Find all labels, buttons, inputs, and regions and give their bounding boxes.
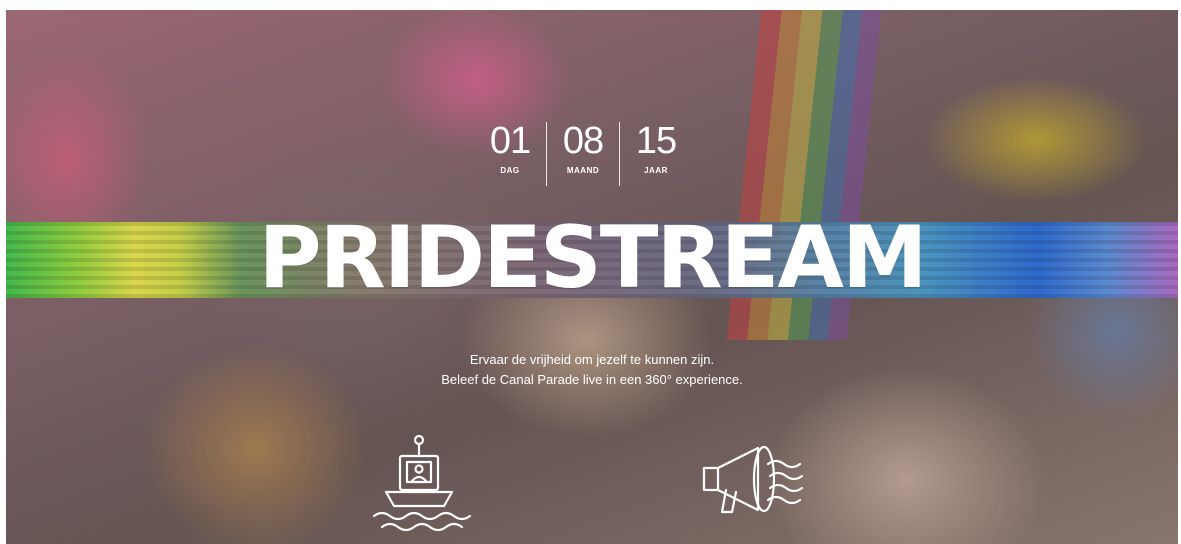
date-month-label: MAAND <box>566 166 600 175</box>
tagline: Ervaar de vrijheid om jezelf te kunnen z… <box>6 350 1178 390</box>
date-year-label: JAAR <box>644 166 668 175</box>
tagline-line-1: Ervaar de vrijheid om jezelf te kunnen z… <box>469 352 715 367</box>
date-day: 01 DAG <box>474 122 546 186</box>
date-month-value: 08 <box>562 120 604 162</box>
megaphone-icon[interactable] <box>696 440 806 530</box>
date-day-label: DAG <box>500 166 520 175</box>
date-display: 01 DAG 08 MAAND 15 JAAR <box>474 122 692 186</box>
date-day-value: 01 <box>489 120 531 162</box>
tagline-line-2: Beleef de Canal Parade live in een 360° … <box>441 372 743 387</box>
hero-banner: 01 DAG 08 MAAND 15 JAAR PRIDESTREAM Erva… <box>6 10 1178 544</box>
page-title: PRIDESTREAM <box>258 208 927 308</box>
date-month: 08 MAAND <box>546 122 619 186</box>
date-year-value: 15 <box>635 120 677 162</box>
date-year: 15 JAAR <box>619 122 692 186</box>
boat-camera-icon[interactable] <box>364 430 474 540</box>
